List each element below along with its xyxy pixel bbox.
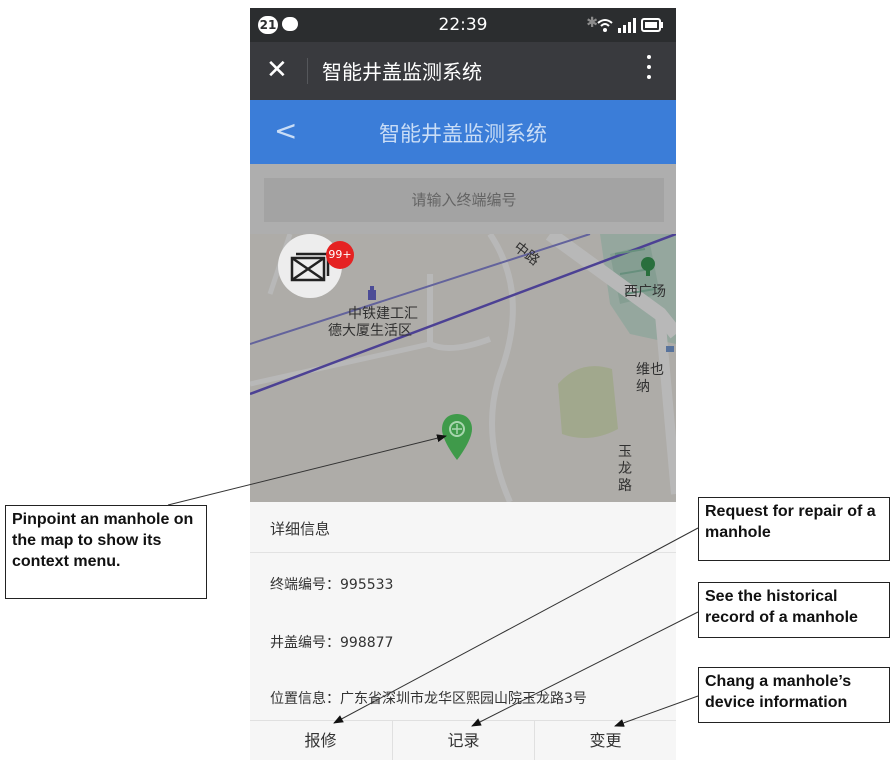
signal-icon (618, 18, 636, 33)
record-button[interactable]: 记录 (392, 721, 534, 760)
status-icons (597, 18, 663, 33)
battery-icon (641, 18, 663, 32)
action-bar: 报修 记录 变更 (250, 720, 676, 760)
callout-record: See the historical record of a manhole (698, 582, 890, 638)
callout-change: Chang a manhole’s device information (698, 667, 890, 723)
page-title: 智能井盖监测系统 (379, 122, 547, 146)
green-field (558, 366, 618, 438)
app-header: < 智能井盖监测系统 (250, 100, 676, 164)
message-count-badge: 99+ (326, 241, 354, 269)
callout-pinpoint: Pinpoint an manhole on the map to show i… (5, 505, 207, 599)
wifi-icon (597, 19, 613, 32)
hotel-icon (666, 346, 674, 352)
status-bar: 21 22:39 ✱ (250, 8, 676, 42)
road-west (250, 341, 431, 387)
terminal-id-row: 终端编号：995533 (270, 577, 394, 593)
map-label-yulong: 玉龙路 (618, 444, 632, 494)
more-vertical-icon[interactable] (646, 55, 652, 85)
details-panel: 详细信息 终端编号：995533 井盖编号：998877 位置信息：广东省深圳市… (250, 502, 676, 720)
title-divider (307, 58, 308, 84)
road-curve (487, 234, 516, 502)
map-label-building2: 德大厦生活区 (328, 323, 412, 339)
map-label-building: 中铁建工汇 (348, 306, 418, 322)
road-side (427, 274, 492, 351)
details-heading: 详细信息 (270, 520, 331, 538)
title-bar: ✕ 智能井盖监测系统 (250, 42, 676, 100)
map-label-square: 西广场 (624, 284, 666, 300)
window-title: 智能井盖监测系统 (322, 60, 482, 84)
callout-repair: Request for repair of a manhole (698, 497, 890, 561)
location-pin-icon[interactable] (440, 412, 474, 464)
map-label-weiye: 维也纳 (636, 362, 664, 395)
change-button[interactable]: 变更 (534, 721, 676, 760)
search-bar (250, 164, 676, 234)
close-icon[interactable]: ✕ (266, 55, 288, 85)
repair-button[interactable]: 报修 (250, 721, 391, 760)
cover-id-row: 井盖编号：998877 (270, 635, 394, 651)
phone-screen: 21 22:39 ✱ ✕ 智能井盖监测系统 < 智能井盖监测系统 请输入终端编号… (250, 8, 676, 760)
location-row: 位置信息：广东省深圳市龙华区熙园山院玉龙路3号 (270, 691, 587, 707)
details-header: 详细信息 (250, 502, 676, 553)
building-icon (368, 286, 376, 300)
terminal-search-input[interactable] (264, 178, 664, 222)
